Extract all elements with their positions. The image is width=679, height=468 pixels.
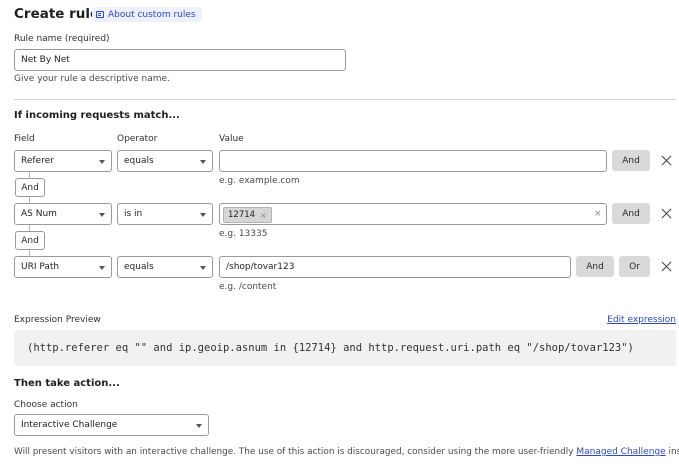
action-select[interactable]: Interactive Challenge xyxy=(14,414,209,436)
managed-challenge-link[interactable]: Managed Challenge xyxy=(576,447,665,457)
value-input-3-value: /shop/tovar123 xyxy=(226,262,295,272)
expression-code: (http.referer eq "" and ip.geoip.asnum i… xyxy=(27,342,634,354)
choose-action-label: Choose action xyxy=(14,400,78,410)
chevron-down-icon xyxy=(99,213,105,217)
value-hint-2: e.g. 13335 xyxy=(219,229,268,239)
clear-tags-icon[interactable]: × xyxy=(594,209,602,219)
value-hint-3: e.g. /content xyxy=(219,282,277,292)
action-section-title: Then take action... xyxy=(14,378,120,389)
match-section-title: If incoming requests match... xyxy=(14,110,180,121)
divider xyxy=(14,99,676,100)
book-icon xyxy=(96,11,104,18)
field-select-2-value: AS Num xyxy=(21,209,57,219)
operator-select-3-value: equals xyxy=(124,262,154,272)
field-select-2[interactable]: AS Num xyxy=(14,203,112,225)
operator-select-3[interactable]: equals xyxy=(117,256,213,278)
action-description-end: instead. xyxy=(668,447,679,457)
field-select-3[interactable]: URI Path xyxy=(14,256,112,278)
operator-select-2-value: is in xyxy=(124,209,143,219)
value-column-header: Value xyxy=(219,134,244,144)
value-hint-1: e.g. example.com xyxy=(219,176,300,186)
close-icon[interactable] xyxy=(661,261,672,272)
remove-tag-icon[interactable]: × xyxy=(260,211,267,220)
and-button-2[interactable]: And xyxy=(612,203,650,224)
asn-tag-label: 12714 xyxy=(228,210,256,220)
chevron-down-icon xyxy=(200,160,206,164)
field-select-3-value: URI Path xyxy=(21,262,60,272)
operator-select-1-value: equals xyxy=(124,156,154,166)
page-title: Create rule xyxy=(14,6,100,22)
and-button-1[interactable]: And xyxy=(612,150,650,171)
about-custom-rules-label: About custom rules xyxy=(108,9,196,20)
or-button-3[interactable]: Or xyxy=(619,256,650,277)
field-select-1[interactable]: Referer xyxy=(14,150,112,172)
chevron-down-icon xyxy=(200,213,206,217)
operator-select-1[interactable]: equals xyxy=(117,150,213,172)
chevron-down-icon xyxy=(196,424,202,428)
and-connector-2: And xyxy=(15,231,45,250)
edit-expression-link[interactable]: Edit expression xyxy=(607,315,676,325)
and-button-3[interactable]: And xyxy=(576,256,614,277)
rule-name-label: Rule name (required) xyxy=(14,34,110,44)
value-input-3[interactable]: /shop/tovar123 xyxy=(219,256,571,278)
expression-preview: (http.referer eq "" and ip.geoip.asnum i… xyxy=(14,330,676,366)
field-column-header: Field xyxy=(14,134,35,144)
expression-preview-label: Expression Preview xyxy=(14,315,101,325)
value-input-1[interactable] xyxy=(219,150,607,172)
chevron-down-icon xyxy=(99,266,105,270)
operator-column-header: Operator xyxy=(117,134,158,144)
rule-name-input[interactable]: Net By Net xyxy=(14,49,346,71)
chevron-down-icon xyxy=(200,266,206,270)
close-icon[interactable] xyxy=(661,208,672,219)
asn-tag[interactable]: 12714 × xyxy=(223,207,272,223)
rule-name-value: Net By Net xyxy=(21,55,70,65)
action-select-value: Interactive Challenge xyxy=(21,420,118,430)
field-select-1-value: Referer xyxy=(21,156,54,166)
operator-select-2[interactable]: is in xyxy=(117,203,213,225)
rule-name-hint: Give your rule a descriptive name. xyxy=(14,74,170,84)
about-custom-rules-link[interactable]: About custom rules xyxy=(92,7,202,22)
and-connector-1: And xyxy=(15,178,45,197)
value-tags-input-2[interactable] xyxy=(219,203,607,225)
action-description-text: Will present visitors with an interactiv… xyxy=(14,447,577,457)
action-description: Will present visitors with an interactiv… xyxy=(14,447,679,457)
close-icon[interactable] xyxy=(661,155,672,166)
chevron-down-icon xyxy=(99,160,105,164)
